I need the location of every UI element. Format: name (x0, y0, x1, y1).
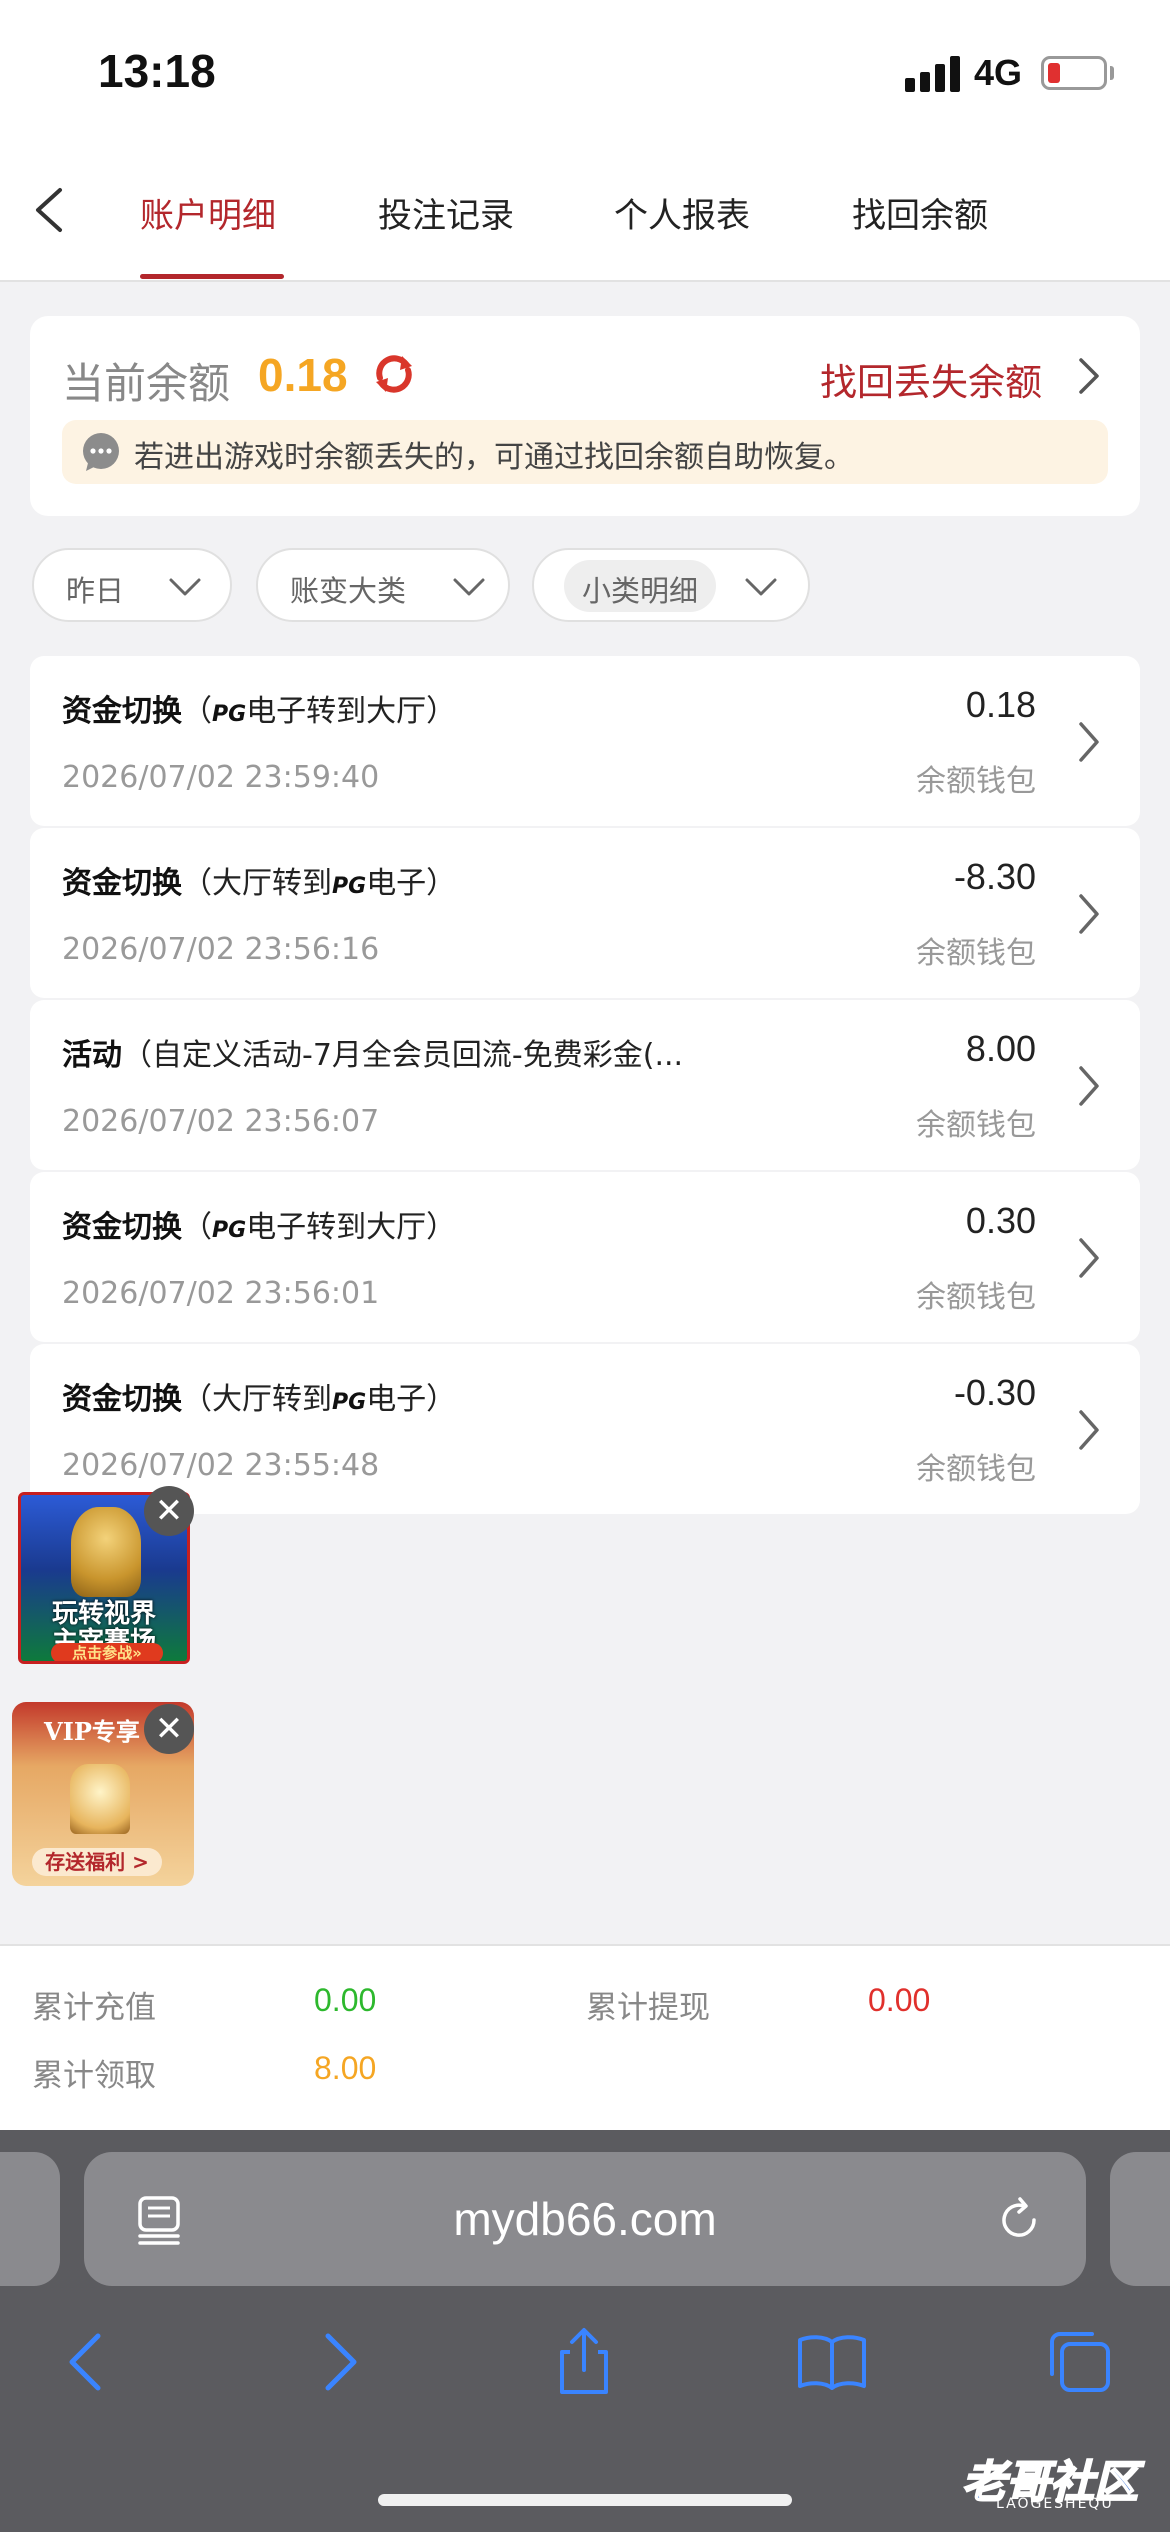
category-filter-label: 账变大类 (290, 574, 407, 608)
transaction-amount: 8.00 (965, 1028, 1036, 1069)
transaction-title: 资金切换（大厅转到PG电子） (62, 1382, 457, 1417)
watermark-logo: 老哥社区 LAOGESHEQU (961, 2456, 1139, 2512)
refresh-icon[interactable] (372, 352, 416, 396)
transaction-amount: 0.30 (965, 1200, 1036, 1241)
transaction-amount: 0.18 (965, 684, 1036, 725)
category-filter[interactable]: 账变大类 (256, 548, 510, 622)
reload-icon[interactable] (996, 2196, 1044, 2244)
chevron-right-icon[interactable] (1076, 356, 1102, 396)
close-icon[interactable]: ✕ (144, 1704, 194, 1754)
vip-ad-label: VIP专享 (44, 1717, 140, 1746)
tabs-icon[interactable] (1044, 2326, 1116, 2398)
back-chevron-icon[interactable] (30, 186, 70, 234)
transaction-row[interactable]: 活动（自定义活动-7月全会员回流-免费彩金(... 2026/07/02 23:… (30, 1000, 1140, 1170)
chevron-down-icon (745, 578, 777, 596)
date-filter-label: 昨日 (66, 574, 125, 608)
transaction-row[interactable]: 资金切换（PG电子转到大厅） 2026/07/02 23:56:01 0.30 … (30, 1172, 1140, 1342)
claim-total-label: 累计领取 (32, 2058, 156, 2094)
summary-panel (0, 1944, 1170, 2130)
tab-recover-balance[interactable]: 找回余额 (852, 188, 988, 237)
transaction-time: 2026/07/02 23:55:48 (62, 1448, 380, 1483)
balance-value: 0.18 (258, 349, 348, 401)
deposit-total-value: 0.00 (314, 1982, 377, 2018)
transaction-time: 2026/07/02 23:56:16 (62, 932, 380, 967)
signal-icon (905, 56, 961, 92)
transaction-title: 活动（自定义活动-7月全会员回流-免费彩金(... (62, 1038, 684, 1073)
champagne-icon (70, 1764, 130, 1834)
status-time: 13:18 (98, 45, 216, 97)
balance-label: 当前余额 (62, 359, 231, 408)
transaction-time: 2026/07/02 23:56:07 (62, 1104, 380, 1139)
claim-total-value: 8.00 (314, 2050, 377, 2086)
subcategory-filter-label: 小类明细 (582, 574, 699, 608)
forward-arrow-icon[interactable] (302, 2326, 374, 2398)
chevron-right-icon (1079, 1238, 1099, 1278)
network-type: 4G (974, 52, 1023, 93)
transaction-amount: -0.30 (953, 1372, 1036, 1413)
chevron-down-icon (453, 578, 485, 596)
share-icon[interactable] (548, 2326, 620, 2398)
recover-lost-balance-link[interactable]: 找回丢失余额 (820, 352, 1042, 406)
transaction-amount: -8.30 (953, 856, 1036, 897)
back-arrow-icon[interactable] (52, 2326, 124, 2398)
transaction-wallet: 余额钱包 (916, 936, 1036, 971)
withdraw-total-label: 累计提现 (586, 1990, 710, 2026)
chevron-right-icon (1079, 1066, 1099, 1106)
chevron-right-icon (1079, 894, 1099, 934)
transaction-title: 资金切换（PG电子转到大厅） (62, 1210, 457, 1245)
transaction-title: 资金切换（大厅转到PG电子） (62, 866, 457, 901)
tab-bet-records[interactable]: 投注记录 (378, 188, 514, 237)
balance-card (30, 316, 1140, 516)
transaction-wallet: 余额钱包 (916, 1108, 1036, 1143)
chevron-right-icon (1079, 722, 1099, 762)
battery-tip (1110, 66, 1114, 80)
home-indicator[interactable] (378, 2494, 792, 2506)
notice-text: 若进出游戏时余额丢失的，可通过找回余额自助恢复。 (134, 440, 854, 475)
transaction-wallet: 余额钱包 (916, 764, 1036, 799)
bookmarks-icon[interactable] (796, 2326, 868, 2398)
chat-bubble-icon (83, 433, 119, 471)
trophy-icon (71, 1507, 141, 1597)
tab-account-details[interactable]: 账户明细 (140, 188, 276, 237)
worldcup-ad-cta: 点击参战» (51, 1643, 163, 1661)
subcategory-filter[interactable]: 小类明细 (532, 548, 810, 622)
active-tab-indicator (140, 274, 284, 279)
vip-ad-cta: 存送福利 > (32, 1848, 162, 1876)
close-icon[interactable]: ✕ (144, 1486, 194, 1536)
transaction-wallet: 余额钱包 (916, 1280, 1036, 1315)
tab-personal-report[interactable]: 个人报表 (614, 188, 750, 237)
transaction-time: 2026/07/02 23:59:40 (62, 760, 380, 795)
transaction-row[interactable]: 资金切换（PG电子转到大厅） 2026/07/02 23:59:40 0.18 … (30, 656, 1140, 826)
withdraw-total-value: 0.00 (868, 1982, 931, 2018)
transaction-title: 资金切换（PG电子转到大厅） (62, 694, 457, 729)
transaction-row[interactable]: 资金切换（大厅转到PG电子） 2026/07/02 23:55:48 -0.30… (30, 1344, 1140, 1514)
chevron-right-icon (1079, 1410, 1099, 1450)
transaction-time: 2026/07/02 23:56:01 (62, 1276, 380, 1311)
chevron-down-icon (169, 578, 201, 596)
transaction-wallet: 余额钱包 (916, 1452, 1036, 1487)
url-text: mydb66.com (453, 2193, 717, 2245)
battery-icon (1041, 56, 1107, 90)
transaction-row[interactable]: 资金切换（大厅转到PG电子） 2026/07/02 23:56:16 -8.30… (30, 828, 1140, 998)
date-filter[interactable]: 昨日 (32, 548, 232, 622)
deposit-total-label: 累计充值 (32, 1990, 156, 2026)
